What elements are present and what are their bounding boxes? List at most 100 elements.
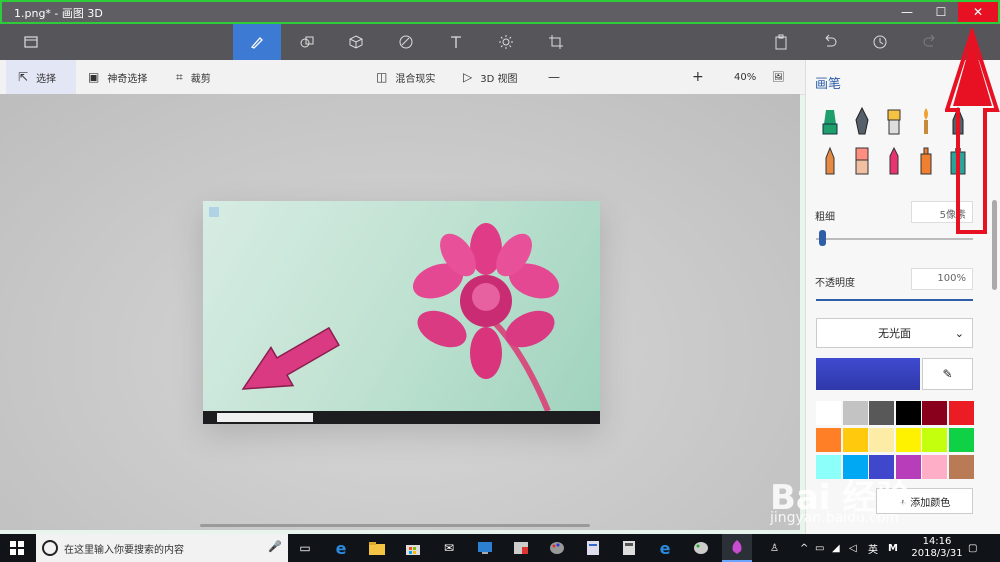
color-swatch[interactable] [948, 401, 974, 425]
canvas-tab[interactable] [532, 24, 580, 60]
color-swatch[interactable] [922, 455, 947, 479]
app-button-3[interactable] [578, 534, 608, 562]
color-swatch[interactable] [869, 401, 894, 425]
image-view-button[interactable]: 🖼 [772, 60, 785, 94]
magic-select-button[interactable]: ▣ 神奇选择 [88, 60, 147, 94]
paint-palette-icon [550, 542, 564, 554]
thickness-slider-track[interactable] [816, 238, 973, 240]
effects-tab[interactable] [482, 24, 530, 60]
mail-button[interactable]: ✉ [434, 534, 464, 562]
pasted-search-box [217, 413, 313, 422]
pasted-screenshot-image[interactable] [203, 201, 600, 424]
opacity-slider-track[interactable] [816, 299, 973, 301]
task-view-button[interactable]: ▭ [290, 534, 320, 562]
volume-icon: ◁ [849, 542, 857, 554]
undo-button[interactable] [806, 24, 854, 60]
minimize-button[interactable]: — [890, 2, 924, 22]
clock[interactable]: 14:16 2018/3/31 [911, 534, 962, 562]
file-explorer-button[interactable] [362, 534, 392, 562]
store-button[interactable] [398, 534, 428, 562]
select-label: 选择 [36, 73, 57, 85]
color-swatch[interactable] [816, 428, 841, 452]
current-color-swatch[interactable] [816, 358, 920, 390]
maximize-icon: ☐ [935, 5, 947, 19]
canvas-icon [549, 35, 563, 49]
marker-brush-icon[interactable] [819, 106, 841, 136]
cursor-icon: ⇱ [18, 70, 29, 84]
search-placeholder: 在这里输入你要搜索的内容 [64, 545, 184, 556]
battery-icon: ▭ [815, 542, 825, 554]
thickness-slider-thumb[interactable] [819, 230, 826, 246]
menu-icon [24, 36, 38, 48]
maximize-button[interactable]: ☐ [924, 2, 958, 22]
eyedropper-icon: ✎ [942, 367, 953, 381]
people-button[interactable]: ♙ [770, 534, 779, 562]
notification-badge[interactable]: M [888, 534, 898, 562]
network-tray[interactable]: ◢ [832, 534, 840, 562]
3d-shapes-tab[interactable] [332, 24, 380, 60]
finish-dropdown[interactable]: 无光面 ⌄ [816, 318, 973, 348]
stickers-tab[interactable] [382, 24, 430, 60]
zoom-out-button[interactable]: — [548, 60, 560, 94]
crop-button[interactable]: ⌗ 裁剪 [176, 60, 211, 94]
volume-tray[interactable]: ◁ [849, 534, 857, 562]
watercolor-brush-icon[interactable] [915, 106, 937, 136]
magic-select-icon: ▣ [88, 70, 100, 84]
app-button-2[interactable] [542, 534, 572, 562]
paste-button[interactable] [757, 24, 805, 60]
ime-indicator[interactable]: 英 [868, 534, 878, 562]
color-swatch[interactable] [842, 401, 868, 425]
action-center-button[interactable]: ▢ [968, 534, 977, 562]
paint-3d-taskbar-button[interactable] [722, 534, 752, 562]
3d-view-button[interactable]: ▷ 3D 视图 [463, 60, 517, 94]
taskbar-search-box[interactable]: 在这里输入你要搜索的内容 🎤 [36, 534, 288, 562]
crayon-icon[interactable] [883, 146, 905, 176]
color-swatch[interactable] [869, 428, 894, 452]
mixed-reality-button[interactable]: ◫ 混合现实 [376, 60, 435, 94]
ie-button[interactable]: e [650, 534, 680, 562]
annotation-arrow [945, 28, 1000, 234]
color-swatch[interactable] [948, 428, 974, 452]
title-bar: 1.png* - 画图 3D — ☐ ✕ [0, 0, 1000, 24]
opacity-field[interactable]: 100% [911, 268, 973, 290]
windows-logo-icon [10, 541, 24, 555]
magic-select-label: 神奇选择 [107, 73, 148, 85]
2d-shapes-icon [300, 36, 314, 48]
close-button[interactable]: ✕ [958, 2, 998, 22]
edge-taskbar-button[interactable]: e [326, 534, 356, 562]
eyedropper-button[interactable]: ✎ [922, 358, 973, 390]
menu-button[interactable] [7, 24, 55, 60]
ime-label: 英 [868, 544, 878, 556]
color-swatch[interactable] [895, 428, 921, 452]
color-swatch[interactable] [842, 428, 868, 452]
2d-shapes-tab[interactable] [283, 24, 331, 60]
app-button-1[interactable] [506, 534, 536, 562]
select-button[interactable]: ⇱ 选择 [6, 60, 76, 94]
paint-button[interactable] [686, 534, 716, 562]
3d-view-icon: ▷ [463, 70, 473, 84]
art-tools-tab[interactable] [233, 24, 281, 60]
tray-overflow-button[interactable]: ^ [800, 534, 808, 562]
network-icon: ◢ [832, 542, 840, 554]
start-button[interactable] [2, 534, 32, 562]
history-button[interactable] [856, 24, 904, 60]
3d-shapes-icon [349, 35, 363, 49]
pencil-icon[interactable] [819, 146, 841, 176]
horizontal-scrollbar[interactable] [200, 524, 590, 527]
eraser-icon[interactable] [851, 146, 873, 176]
zoom-in-button[interactable]: + [692, 60, 704, 94]
text-tab[interactable] [432, 24, 480, 60]
color-swatch[interactable] [922, 401, 947, 425]
notification-label: M [888, 542, 898, 554]
undo-icon [825, 34, 837, 47]
pixel-pen-icon[interactable] [915, 146, 937, 176]
color-swatch[interactable] [895, 401, 921, 425]
calculator-button[interactable] [614, 534, 644, 562]
calligraphy-pen-icon[interactable] [851, 106, 873, 136]
battery-tray[interactable]: ▭ [815, 534, 824, 562]
oil-brush-icon[interactable] [883, 106, 905, 136]
color-swatch[interactable] [948, 455, 974, 479]
color-swatch[interactable] [922, 428, 947, 452]
color-swatch[interactable] [816, 401, 841, 425]
remote-desktop-button[interactable] [470, 534, 500, 562]
